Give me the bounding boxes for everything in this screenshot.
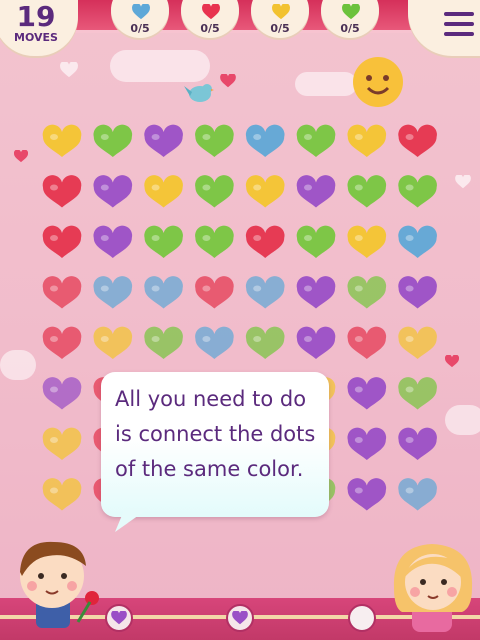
heart-purple[interactable] <box>347 478 387 511</box>
tutorial-text: All you need to do is connect the dots o… <box>115 387 316 481</box>
heart-red[interactable] <box>195 276 234 309</box>
heart-blue[interactable] <box>398 225 437 258</box>
heart-yellow[interactable] <box>42 124 82 157</box>
heart-yellow[interactable] <box>93 326 133 359</box>
heart-yellow[interactable] <box>398 326 437 359</box>
tutorial-speech-bubble: All you need to do is connect the dots o… <box>101 372 329 517</box>
heart-yellow[interactable] <box>144 175 183 208</box>
heart-blue[interactable] <box>144 276 183 309</box>
purple-heart-icon <box>232 611 248 625</box>
girl-character <box>393 544 473 632</box>
heart-blue[interactable] <box>398 478 437 511</box>
heart-purple[interactable] <box>296 276 336 309</box>
heart-purple[interactable] <box>398 276 437 309</box>
heart-green[interactable] <box>195 175 234 208</box>
heart-yellow[interactable] <box>245 175 285 208</box>
heart-green[interactable] <box>347 276 387 309</box>
heart-purple[interactable] <box>144 124 183 157</box>
heart-red[interactable] <box>347 326 387 359</box>
heart-purple[interactable] <box>93 225 133 258</box>
heart-green[interactable] <box>398 377 437 410</box>
bottom-slot-heart[interactable] <box>105 604 133 632</box>
heart-red[interactable] <box>42 225 82 258</box>
heart-green[interactable] <box>195 124 234 157</box>
heart-yellow[interactable] <box>42 427 82 460</box>
heart-purple[interactable] <box>296 175 336 208</box>
heart-blue[interactable] <box>245 276 285 309</box>
purple-heart-icon <box>111 611 127 625</box>
heart-green[interactable] <box>195 225 234 258</box>
bottom-slot-empty[interactable] <box>348 604 376 632</box>
heart-yellow[interactable] <box>347 124 387 157</box>
heart-purple[interactable] <box>42 377 82 410</box>
boy-character <box>20 541 99 628</box>
heart-purple[interactable] <box>93 175 133 208</box>
heart-blue[interactable] <box>245 124 285 157</box>
heart-green[interactable] <box>245 326 285 359</box>
bottom-slot-heart[interactable] <box>226 604 254 632</box>
speech-bubble-tail <box>115 508 149 532</box>
heart-red[interactable] <box>42 326 82 359</box>
heart-red[interactable] <box>42 276 82 309</box>
heart-yellow[interactable] <box>42 478 82 511</box>
heart-purple[interactable] <box>347 427 387 460</box>
heart-green[interactable] <box>144 326 183 359</box>
heart-green[interactable] <box>398 175 437 208</box>
heart-blue[interactable] <box>195 326 234 359</box>
heart-green[interactable] <box>296 124 336 157</box>
heart-purple[interactable] <box>296 326 336 359</box>
heart-green[interactable] <box>93 124 133 157</box>
heart-green[interactable] <box>296 225 336 258</box>
heart-red[interactable] <box>398 124 437 157</box>
heart-blue[interactable] <box>93 276 133 309</box>
heart-purple[interactable] <box>347 377 387 410</box>
heart-red[interactable] <box>245 225 285 258</box>
heart-red[interactable] <box>42 175 82 208</box>
heart-green[interactable] <box>144 225 183 258</box>
heart-green[interactable] <box>347 175 387 208</box>
heart-yellow[interactable] <box>347 225 387 258</box>
heart-purple[interactable] <box>398 427 437 460</box>
